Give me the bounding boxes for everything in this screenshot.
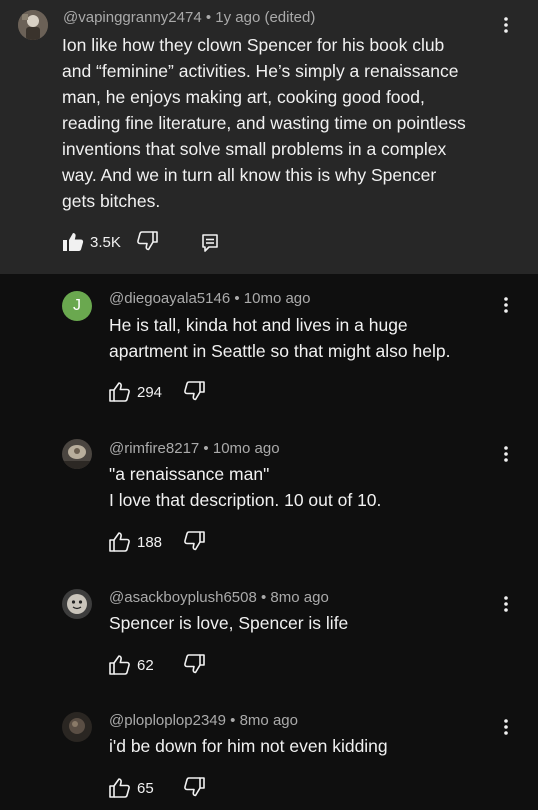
thumb-down-icon[interactable] [183,777,207,801]
like-button[interactable]: 294 [109,382,162,402]
like-count: 188 [137,533,163,551]
comment-text: Ion like how they clown Spencer for his … [62,35,466,211]
comment-meta: @ploploplop2349 • 8mo ago [109,712,298,729]
avatar-letter: J [73,297,81,314]
avatar[interactable] [62,712,92,742]
comment-text: "a renaissance man" I love that descript… [109,464,382,510]
like-button[interactable]: 62 [109,655,154,675]
avatar[interactable] [62,439,92,469]
author-name[interactable]: @diegoayala5146 [109,290,230,307]
more-vert-icon[interactable] [496,594,516,614]
more-vert-icon[interactable] [496,717,516,737]
author-name[interactable]: @vapinggranny2474 [63,9,202,26]
more-vert-icon[interactable] [496,295,516,315]
comment-meta: @asackboyplush6508 • 8mo ago [109,589,329,606]
comment-text: Spencer is love, Spencer is life [109,613,349,633]
thumb-down-icon[interactable] [136,231,160,255]
comment-meta: @diegoayala5146 • 10mo ago [109,290,311,307]
author-name[interactable]: @asackboyplush6508 [109,589,257,606]
thumb-down-icon[interactable] [183,531,207,555]
thumb-down-icon[interactable] [183,654,207,678]
more-vert-icon[interactable] [496,15,516,35]
comment-meta: @vapinggranny2474 • 1y ago (edited) [63,9,316,26]
comment-time[interactable]: 1y ago (edited) [215,9,315,26]
like-button[interactable]: 188 [109,532,162,552]
avatar[interactable]: J [62,291,92,321]
avatar[interactable] [62,589,92,619]
reply-icon[interactable] [200,233,224,257]
more-vert-icon[interactable] [496,444,516,464]
like-count: 294 [137,383,163,401]
thumb-up-icon [109,532,131,552]
like-count: 3.5K [90,233,121,251]
author-name[interactable]: @ploploplop2349 [109,712,226,729]
thumb-up-icon [62,232,84,252]
thumb-up-icon [109,382,131,402]
thumb-up-icon [109,778,131,798]
avatar[interactable] [18,10,48,40]
thumb-down-icon[interactable] [183,381,207,405]
like-count: 65 [137,779,154,797]
comment-meta: @rimfire8217 • 10mo ago [109,440,280,457]
comment-text: i'd be down for him not even kidding [109,736,388,756]
top-comment: @vapinggranny2474 • 1y ago (edited) Ion … [0,0,538,274]
comment-time[interactable]: 8mo ago [240,712,298,729]
thumb-up-icon [109,655,131,675]
comment-text: He is tall, kinda hot and lives in a hug… [109,315,451,361]
author-name[interactable]: @rimfire8217 [109,440,199,457]
comment-time[interactable]: 10mo ago [213,440,280,457]
comment-time[interactable]: 8mo ago [270,589,328,606]
like-count: 62 [137,656,154,674]
like-button[interactable]: 3.5K [62,232,121,252]
comment-time[interactable]: 10mo ago [244,290,311,307]
like-button[interactable]: 65 [109,778,154,798]
